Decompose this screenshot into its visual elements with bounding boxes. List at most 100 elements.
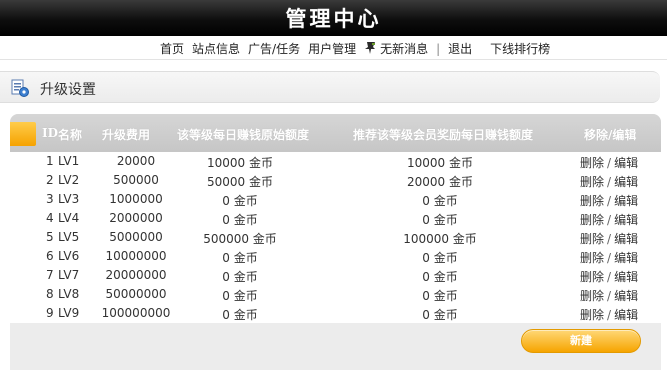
cell-cost: 20000 <box>116 154 156 168</box>
cell-actions: 删除 / 编辑 <box>580 287 638 304</box>
cell-id: 9 <box>46 306 54 320</box>
app-title: 管理中心 <box>285 6 382 31</box>
cell-daily: 0 金币 <box>222 251 258 265</box>
delete-link[interactable]: 删除 <box>580 175 604 189</box>
cell-referral: 0 金币 <box>422 194 458 208</box>
nav-separator: | <box>436 41 441 56</box>
edit-link[interactable]: 编辑 <box>614 251 638 265</box>
cell-cost: 100000000 <box>101 306 171 320</box>
cell-id: 7 <box>46 268 54 282</box>
action-separator: / <box>607 156 612 170</box>
cell-cost: 10000000 <box>105 249 167 263</box>
th-referral: 推荐该等级会员奖励每日赚钱额度 <box>353 128 534 142</box>
nav-ranking[interactable]: 下线排行榜 <box>490 40 550 57</box>
edit-link[interactable]: 编辑 <box>614 232 638 246</box>
table-row: 2 LV2 500000 50000 金币 20000 金币 删除 / 编辑 <box>10 171 661 190</box>
cell-id: 3 <box>46 192 54 206</box>
cell-daily: 10000 金币 <box>207 156 273 170</box>
section-title: 升级设置 <box>40 82 96 98</box>
edit-link[interactable]: 编辑 <box>614 289 638 303</box>
edit-link[interactable]: 编辑 <box>614 156 638 170</box>
cell-id: 1 <box>46 154 54 168</box>
edit-link[interactable]: 编辑 <box>614 213 638 227</box>
edit-link[interactable]: 编辑 <box>614 308 638 322</box>
nav-ads-tasks[interactable]: 广告/任务 <box>248 40 300 57</box>
table-header-row: ID 名称 升级费用 该等级每日赚钱原始额度 推荐该等级会员奖励每日赚钱额度 移… <box>10 114 661 152</box>
top-nav: 首页 站点信息 广告/任务 用户管理 无新消息 | 退出 下线排行榜 <box>0 36 667 60</box>
cell-cost: 1000000 <box>109 192 163 206</box>
cell-daily: 0 金币 <box>222 213 258 227</box>
cell-name: LV7 <box>58 268 80 282</box>
delete-link[interactable]: 删除 <box>580 156 604 170</box>
th-daily: 该等级每日赚钱原始额度 <box>177 128 310 142</box>
nav-user-management[interactable]: 用户管理 <box>308 40 356 57</box>
action-separator: / <box>607 213 612 227</box>
delete-link[interactable]: 删除 <box>580 308 604 322</box>
action-separator: / <box>607 270 612 284</box>
cell-cost: 5000000 <box>109 230 163 244</box>
nav-logout[interactable]: 退出 <box>448 40 472 57</box>
cell-daily: 0 金币 <box>222 270 258 284</box>
cell-referral: 100000 金币 <box>403 232 477 246</box>
cell-actions: 删除 / 编辑 <box>580 268 638 285</box>
table-row: 1 LV1 20000 10000 金币 10000 金币 删除 / 编辑 <box>10 152 661 171</box>
delete-link[interactable]: 删除 <box>580 213 604 227</box>
th-id: ID <box>42 126 59 140</box>
nav-messages[interactable]: 无新消息 <box>380 40 428 57</box>
cell-daily: 0 金币 <box>222 194 258 208</box>
cell-referral: 0 金币 <box>422 270 458 284</box>
delete-link[interactable]: 删除 <box>580 194 604 208</box>
delete-link[interactable]: 删除 <box>580 270 604 284</box>
table-row: 7 LV7 20000000 0 金币 0 金币 删除 / 编辑 <box>10 266 661 285</box>
nav-site-info[interactable]: 站点信息 <box>192 40 240 57</box>
action-separator: / <box>607 289 612 303</box>
cell-id: 4 <box>46 211 54 225</box>
edit-link[interactable]: 编辑 <box>614 270 638 284</box>
cell-daily: 0 金币 <box>222 308 258 322</box>
cell-cost: 20000000 <box>105 268 167 282</box>
cell-actions: 删除 / 编辑 <box>580 249 638 266</box>
settings-doc-icon <box>11 79 29 97</box>
cell-id: 5 <box>46 230 54 244</box>
th-actions: 移除/编辑 <box>584 128 637 142</box>
table-body: 1 LV1 20000 10000 金币 10000 金币 删除 / 编辑 2 LV2 500000… <box>10 152 661 323</box>
cell-cost: 500000 <box>113 173 159 187</box>
cell-referral: 0 金币 <box>422 251 458 265</box>
cell-referral: 20000 金币 <box>407 175 473 189</box>
table-row: 8 LV8 50000000 0 金币 0 金币 删除 / 编辑 <box>10 285 661 304</box>
cell-actions: 删除 / 编辑 <box>580 306 638 323</box>
cell-actions: 删除 / 编辑 <box>580 192 638 209</box>
add-level-button[interactable]: 新建 <box>521 329 641 353</box>
edit-link[interactable]: 编辑 <box>614 175 638 189</box>
cell-referral: 0 金币 <box>422 213 458 227</box>
cell-actions: 删除 / 编辑 <box>580 173 638 190</box>
delete-link[interactable]: 删除 <box>580 289 604 303</box>
edit-link[interactable]: 编辑 <box>614 194 638 208</box>
cell-actions: 删除 / 编辑 <box>580 230 638 247</box>
header-accent <box>10 122 36 146</box>
cell-id: 6 <box>46 249 54 263</box>
table-row: 6 LV6 10000000 0 金币 0 金币 删除 / 编辑 <box>10 247 661 266</box>
delete-link[interactable]: 删除 <box>580 232 604 246</box>
table-row: 3 LV3 1000000 0 金币 0 金币 删除 / 编辑 <box>10 190 661 209</box>
action-separator: / <box>607 308 612 322</box>
cell-referral: 0 金币 <box>422 308 458 322</box>
cell-actions: 删除 / 编辑 <box>580 154 638 171</box>
upgrade-table-panel: ID 名称 升级费用 该等级每日赚钱原始额度 推荐该等级会员奖励每日赚钱额度 移… <box>10 114 661 370</box>
table-footer: 新建 <box>10 323 661 370</box>
cell-name: LV1 <box>58 154 80 168</box>
table-row: 4 LV4 2000000 0 金币 0 金币 删除 / 编辑 <box>10 209 661 228</box>
delete-link[interactable]: 删除 <box>580 251 604 265</box>
cell-daily: 0 金币 <box>222 289 258 303</box>
action-separator: / <box>607 251 612 265</box>
cell-cost: 2000000 <box>109 211 163 225</box>
cell-name: LV6 <box>58 249 80 263</box>
top-header-bar: 管理中心 <box>0 0 667 36</box>
table-row: 9 LV9 100000000 0 金币 0 金币 删除 / 编辑 <box>10 304 661 323</box>
cell-referral: 0 金币 <box>422 289 458 303</box>
cell-cost: 50000000 <box>105 287 167 301</box>
cell-name: LV9 <box>58 306 80 320</box>
nav-home[interactable]: 首页 <box>160 40 184 57</box>
table-row: 5 LV5 5000000 500000 金币 100000 金币 删除 / 编辑 <box>10 228 661 247</box>
cell-daily: 50000 金币 <box>207 175 273 189</box>
